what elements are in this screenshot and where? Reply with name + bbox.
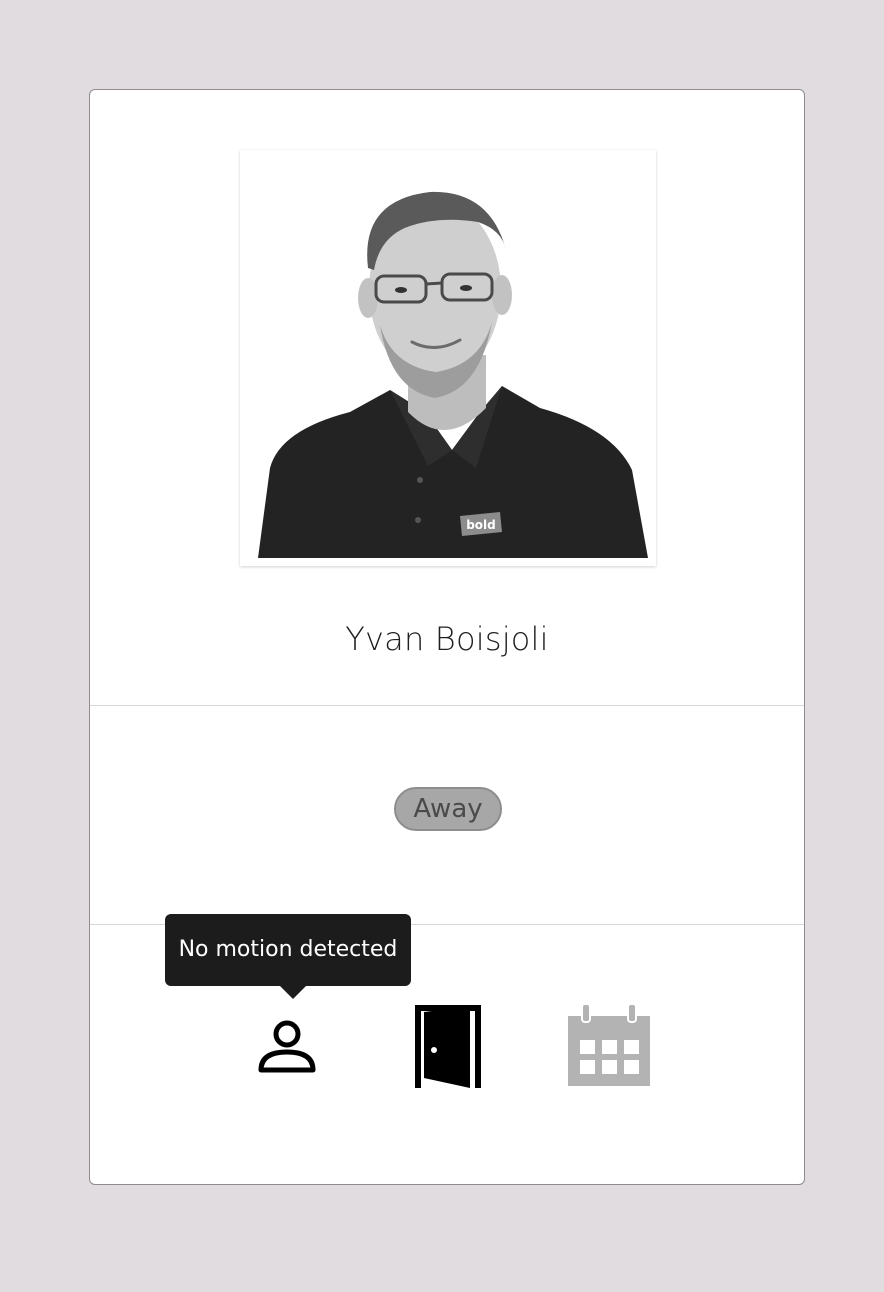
motion-tooltip: No motion detected (165, 914, 411, 999)
profile-photo: bold (240, 150, 656, 566)
person-icon[interactable] (256, 1018, 318, 1076)
shirt-logo: bold (460, 512, 502, 536)
profile-card: bold Yvan Boisjoli Away No motion detect… (89, 89, 805, 1185)
portrait-illustration: bold (240, 150, 656, 566)
divider (90, 705, 804, 706)
tooltip-arrow (279, 985, 307, 999)
door-open-icon[interactable] (414, 1004, 482, 1088)
status-badge: Away (394, 787, 502, 831)
shirt-logo-text: bold (466, 518, 496, 532)
profile-name: Yvan Boisjoli (345, 620, 549, 658)
calendar-icon[interactable] (566, 1002, 652, 1088)
tooltip-text: No motion detected (178, 937, 398, 962)
